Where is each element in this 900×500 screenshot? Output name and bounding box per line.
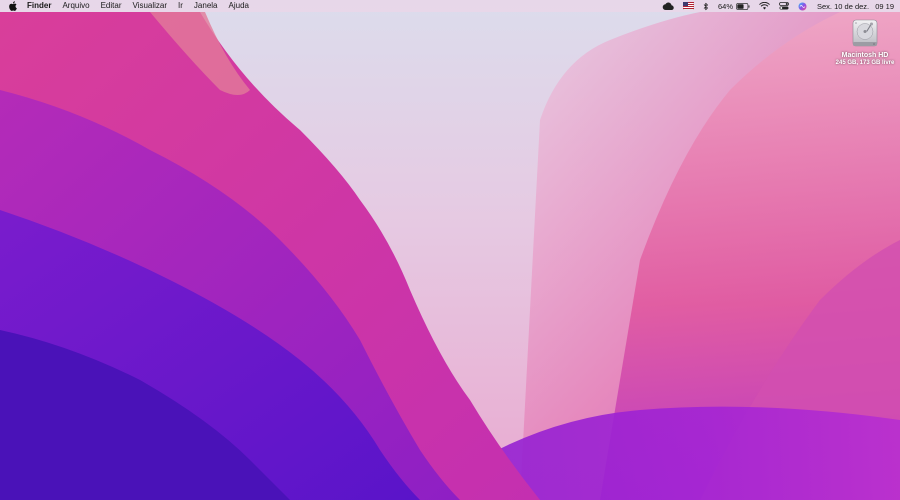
menu-janela[interactable]: Janela — [194, 0, 218, 12]
clock-time: 09 19 — [875, 1, 894, 11]
desktop[interactable]: Finder Arquivo Editar Visualizar Ir Jane… — [0, 0, 900, 500]
menu-visualizar[interactable]: Visualizar — [132, 0, 167, 12]
menu-app-finder[interactable]: Finder — [27, 0, 51, 12]
desktop-volume-macintosh-hd[interactable]: Macintosh HD 245 GB, 173 GB livre — [832, 18, 898, 66]
input-source-flag-icon[interactable] — [682, 0, 694, 12]
menu-ajuda[interactable]: Ajuda — [229, 0, 249, 12]
battery-icon — [736, 2, 750, 10]
battery-percent: 64% — [717, 1, 733, 11]
clock-date: Sex. 10 de dez. — [817, 1, 870, 11]
apple-menu-icon[interactable] — [8, 0, 18, 12]
hard-drive-icon — [849, 18, 881, 50]
wifi-icon[interactable] — [759, 0, 770, 12]
clock[interactable]: Sex. 10 de dez. 09 19 — [817, 2, 894, 11]
menu-arquivo[interactable]: Arquivo — [62, 0, 89, 12]
menu-ir[interactable]: Ir — [178, 0, 183, 12]
icloud-icon[interactable] — [662, 0, 674, 12]
volume-info: 245 GB, 173 GB livre — [835, 60, 895, 66]
menu-bar: Finder Arquivo Editar Visualizar Ir Jane… — [0, 0, 900, 12]
battery-status[interactable]: 64% — [718, 0, 750, 12]
control-center-icon[interactable] — [779, 0, 789, 12]
siri-icon[interactable] — [798, 0, 807, 12]
volume-name: Macintosh HD — [841, 52, 889, 59]
wallpaper — [0, 0, 900, 500]
menu-editar[interactable]: Editar — [101, 0, 122, 12]
bluetooth-icon[interactable] — [703, 0, 709, 12]
